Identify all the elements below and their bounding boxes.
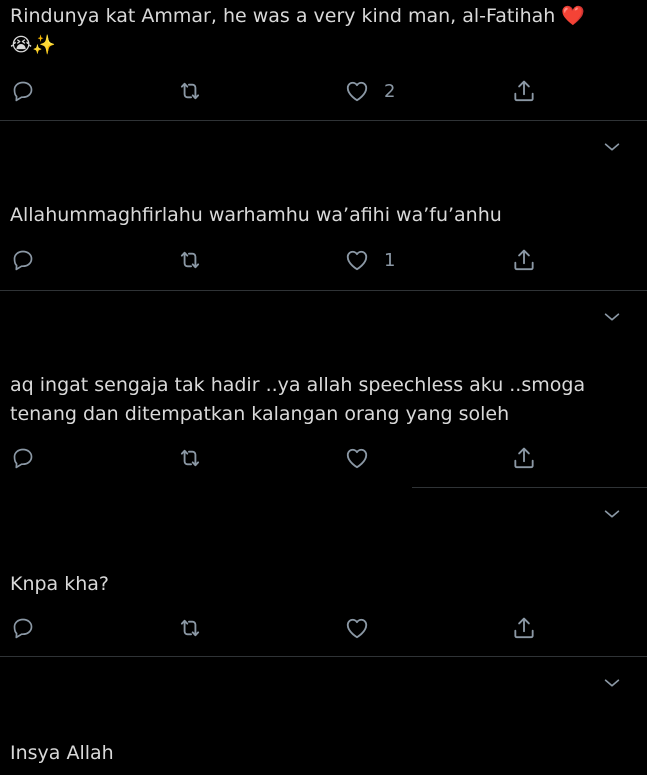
reply-button[interactable] xyxy=(10,245,36,275)
tweet-4[interactable]: Knpa kha? xyxy=(0,488,647,657)
tweet-text: Allahummaghfirlahu warhamhu wa’afihi wa’… xyxy=(10,204,502,226)
emoji-line: 😭✨ xyxy=(10,34,56,56)
tweet-2[interactable]: Allahummaghfirlahu warhamhu wa’afihi wa’… xyxy=(0,121,647,291)
tweet-text-line-2: tenang dan ditempatkan kalangan orang ya… xyxy=(10,403,510,425)
like-button[interactable] xyxy=(344,443,384,473)
tweet-3[interactable]: aq ingat sengaja tak hadir ..ya allah sp… xyxy=(0,291,647,488)
like-button[interactable]: 1 xyxy=(344,245,395,275)
like-icon xyxy=(344,615,370,641)
share-button[interactable] xyxy=(511,245,537,275)
tweet-text: Knpa kha? xyxy=(10,573,110,595)
tweet-menu-button[interactable] xyxy=(599,137,625,157)
like-button[interactable]: 2 xyxy=(344,76,395,106)
reply-button[interactable] xyxy=(10,76,36,106)
retweet-icon xyxy=(177,247,203,273)
tweet-5[interactable]: Insya Allah xyxy=(0,657,647,775)
tweet-text: Rindunya kat Ammar, he was a very kind m… xyxy=(10,2,627,60)
tweet-1[interactable]: Rindunya kat Ammar, he was a very kind m… xyxy=(0,0,647,121)
heart-emoji: ❤️ xyxy=(561,5,586,27)
chevron-down-icon xyxy=(601,503,623,525)
retweet-button[interactable] xyxy=(177,443,203,473)
retweet-button[interactable] xyxy=(177,245,203,275)
reply-icon xyxy=(10,445,36,471)
tweet-text: aq ingat sengaja tak hadir ..ya allah sp… xyxy=(10,371,627,429)
share-icon xyxy=(511,615,537,641)
like-icon xyxy=(344,247,370,273)
reply-button[interactable] xyxy=(10,613,36,643)
share-icon xyxy=(511,445,537,471)
reply-icon xyxy=(10,78,36,104)
like-icon xyxy=(344,445,370,471)
tweet-actions xyxy=(0,613,647,643)
like-count: 1 xyxy=(384,249,396,271)
tweet-text: Insya Allah xyxy=(10,742,114,764)
tweet-actions: 1 xyxy=(0,245,647,275)
like-icon xyxy=(344,78,370,104)
share-button[interactable] xyxy=(511,76,537,106)
tweet-menu-button[interactable] xyxy=(599,673,625,693)
tweet-menu-button[interactable] xyxy=(599,504,625,524)
share-button[interactable] xyxy=(511,443,537,473)
retweet-button[interactable] xyxy=(177,613,203,643)
tweet-text-content: Rindunya kat Ammar, he was a very kind m… xyxy=(10,5,556,27)
chevron-down-icon xyxy=(601,672,623,694)
share-button[interactable] xyxy=(511,613,537,643)
retweet-icon xyxy=(177,615,203,641)
retweet-icon xyxy=(177,445,203,471)
reply-icon xyxy=(10,247,36,273)
tweet-actions: 2 xyxy=(0,76,647,106)
like-button[interactable] xyxy=(344,613,384,643)
share-icon xyxy=(511,247,537,273)
chevron-down-icon xyxy=(601,136,623,158)
reply-icon xyxy=(10,615,36,641)
chevron-down-icon xyxy=(601,306,623,328)
tweet-actions xyxy=(0,443,647,473)
like-count: 2 xyxy=(384,80,396,102)
retweet-icon xyxy=(177,78,203,104)
reply-button[interactable] xyxy=(10,443,36,473)
retweet-button[interactable] xyxy=(177,76,203,106)
tweet-text-line-1: aq ingat sengaja tak hadir ..ya allah sp… xyxy=(10,374,586,396)
tweet-menu-button[interactable] xyxy=(599,307,625,327)
share-icon xyxy=(511,78,537,104)
